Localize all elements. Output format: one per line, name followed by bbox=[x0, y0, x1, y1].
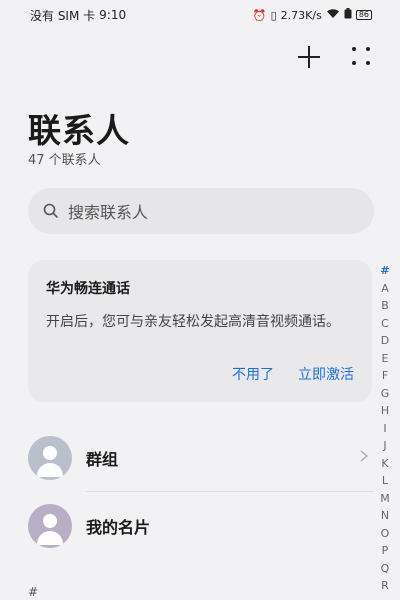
top-actions bbox=[296, 44, 372, 70]
alpha-index-letter[interactable]: D bbox=[381, 332, 389, 350]
search-icon bbox=[42, 202, 60, 220]
alpha-index-letter[interactable]: O bbox=[381, 525, 390, 543]
alpha-index-letter[interactable]: P bbox=[382, 542, 389, 560]
promo-description: 开启后，您可与亲友轻松发起高清音视频通话。 bbox=[46, 314, 340, 330]
page-title: 联系人 bbox=[28, 111, 130, 150]
search-placeholder: 搜索联系人 bbox=[68, 203, 149, 222]
alpha-index-letter[interactable]: N bbox=[381, 507, 389, 525]
alpha-index-letter[interactable]: G bbox=[381, 385, 390, 403]
more-options-button[interactable] bbox=[352, 47, 372, 67]
chevron-right-icon bbox=[360, 450, 369, 462]
alpha-index-letter[interactable]: F bbox=[382, 367, 388, 385]
promo-title: 华为畅连通话 bbox=[46, 281, 130, 297]
battery-saver-icon bbox=[344, 8, 352, 22]
promo-actions: 不用了 立即激活 bbox=[232, 364, 354, 384]
my-card-row[interactable]: 我的名片 bbox=[28, 496, 374, 556]
status-left: 没有 SIM 卡 9:10 bbox=[30, 7, 126, 24]
section-header: # bbox=[28, 585, 39, 599]
groups-row[interactable]: 群组 bbox=[28, 428, 374, 488]
alpha-index-letter[interactable]: K bbox=[381, 455, 388, 473]
dot-icon bbox=[352, 61, 356, 65]
my-card-avatar bbox=[28, 504, 72, 548]
my-card-label: 我的名片 bbox=[86, 518, 151, 537]
alarm-icon: ⏰ bbox=[252, 8, 267, 22]
alpha-index-letter[interactable]: H bbox=[381, 402, 389, 420]
dot-icon bbox=[366, 61, 370, 65]
alpha-index-letter[interactable]: C bbox=[381, 315, 389, 333]
alpha-index-letter[interactable]: E bbox=[382, 350, 389, 368]
dot-icon bbox=[352, 47, 356, 51]
group-avatar bbox=[28, 436, 72, 480]
net-speed: 2.73K/s bbox=[280, 8, 322, 22]
groups-label: 群组 bbox=[86, 450, 119, 469]
status-bar: 没有 SIM 卡 9:10 ⏰ ▯ 2.73K/s 86 bbox=[0, 0, 400, 30]
carrier-text: 没有 SIM 卡 bbox=[30, 8, 96, 23]
meetime-promo-card: 华为畅连通话 开启后，您可与亲友轻松发起高清音视频通话。 不用了 立即激活 bbox=[28, 260, 372, 402]
alpha-index-letter[interactable]: # bbox=[380, 262, 389, 280]
alpha-index-letter[interactable]: J bbox=[383, 437, 386, 455]
alpha-index-letter[interactable]: L bbox=[382, 472, 388, 490]
alpha-index-letter[interactable]: Q bbox=[381, 560, 390, 578]
divider bbox=[86, 491, 374, 492]
clock: 9:10 bbox=[99, 8, 127, 22]
alphabet-index[interactable]: # A B C D E F G H I J K L M N O P Q R bbox=[378, 262, 392, 595]
alpha-index-letter[interactable]: I bbox=[383, 420, 386, 438]
contacts-screen: 没有 SIM 卡 9:10 ⏰ ▯ 2.73K/s 86 联系人 47 个联系人 bbox=[0, 0, 400, 600]
status-right: ⏰ ▯ 2.73K/s 86 bbox=[253, 8, 372, 22]
contact-count: 47 个联系人 bbox=[28, 153, 101, 168]
vibrate-icon: ▯ bbox=[270, 8, 277, 22]
dismiss-button[interactable]: 不用了 bbox=[232, 364, 274, 384]
alpha-index-letter[interactable]: R bbox=[381, 577, 389, 595]
alpha-index-letter[interactable]: A bbox=[381, 280, 389, 298]
add-contact-button[interactable] bbox=[296, 44, 322, 70]
battery-icon: 86 bbox=[355, 10, 372, 20]
search-input[interactable]: 搜索联系人 bbox=[28, 188, 374, 234]
wifi-icon bbox=[326, 8, 340, 22]
alpha-index-letter[interactable]: B bbox=[381, 297, 389, 315]
activate-button[interactable]: 立即激活 bbox=[298, 364, 354, 384]
dot-icon bbox=[366, 47, 370, 51]
alpha-index-letter[interactable]: M bbox=[380, 490, 390, 508]
